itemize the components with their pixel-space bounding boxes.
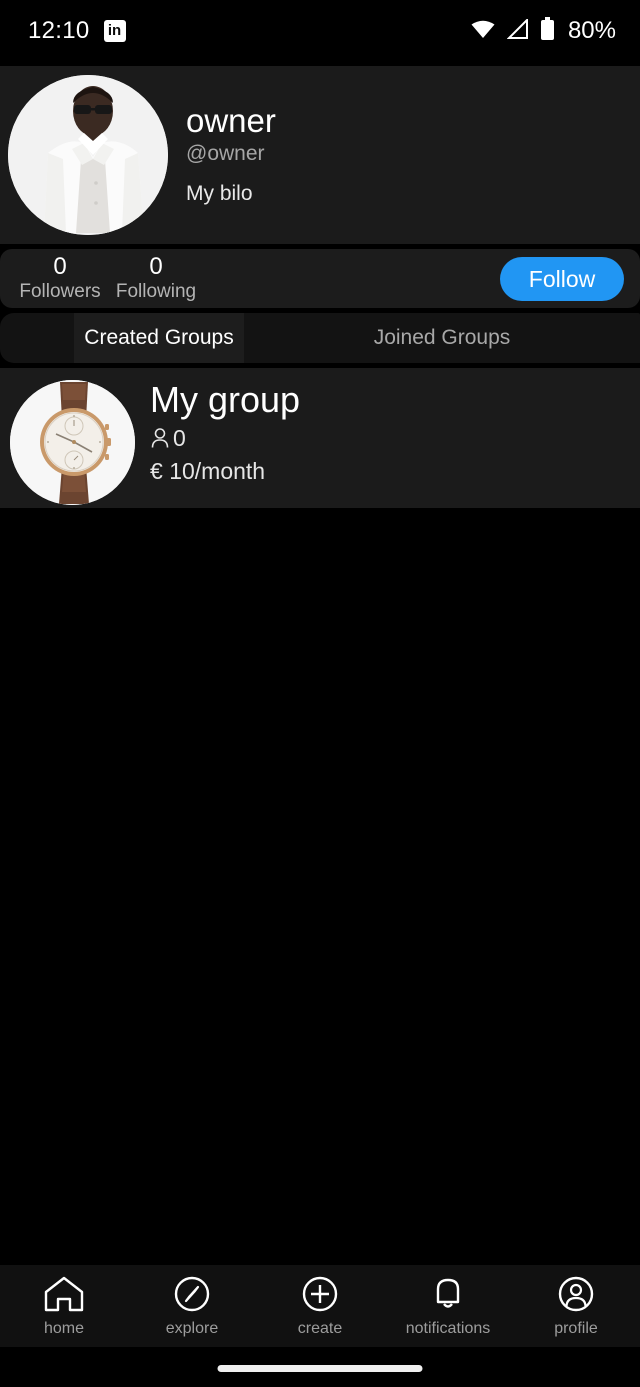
app-screen: 12:10 in 80% owner @owner My bilo 0 Foll… <box>0 0 640 1387</box>
wifi-icon <box>470 19 496 44</box>
profile-header: owner @owner My bilo <box>0 66 640 244</box>
group-avatar <box>10 380 135 505</box>
profile-handle: @owner <box>186 141 265 165</box>
linkedin-icon: in <box>103 20 126 42</box>
nav-label-home: home <box>43 1320 85 1337</box>
group-price-value: 10/month <box>169 457 266 484</box>
follow-button[interactable]: Follow <box>500 257 624 301</box>
group-currency-symbol: € <box>150 457 163 484</box>
following-count: 0 <box>149 252 163 280</box>
group-price: € 10/month <box>150 458 300 485</box>
nav-label-create: create <box>297 1320 343 1337</box>
profile-text-block: owner @owner My bilo <box>186 104 276 206</box>
cellular-signal-icon <box>506 17 529 44</box>
create-plus-icon <box>300 1274 340 1314</box>
followers-count: 0 <box>53 252 67 280</box>
following-label: Following <box>115 280 197 302</box>
nav-label-profile: profile <box>554 1320 598 1337</box>
following-stat[interactable]: 0 Following <box>108 252 204 303</box>
explore-compass-icon <box>172 1274 212 1314</box>
profile-bio: My bilo <box>186 181 253 205</box>
tab-created-groups[interactable]: Created Groups <box>74 313 244 363</box>
nav-item-home[interactable]: home <box>0 1274 128 1338</box>
group-list-item[interactable]: My group 0 € 10/month <box>0 368 640 508</box>
profile-stats-bar: 0 Followers 0 Following Follow <box>0 249 640 308</box>
followers-label: Followers <box>19 280 101 302</box>
group-text-block: My group 0 € 10/month <box>150 380 300 485</box>
group-members: 0 <box>150 425 300 452</box>
avatar[interactable] <box>8 75 168 235</box>
bottom-navigation-bar: home explore create notifications profil… <box>0 1265 640 1347</box>
nav-label-notifications: notifications <box>405 1320 491 1337</box>
status-bar-left: 12:10 in <box>28 17 126 45</box>
home-icon <box>42 1274 86 1314</box>
status-bar-right: 80% <box>470 16 616 46</box>
nav-item-create[interactable]: create <box>256 1274 384 1338</box>
notifications-bell-icon <box>430 1274 466 1314</box>
person-icon <box>150 427 170 449</box>
nav-item-profile[interactable]: profile <box>512 1274 640 1338</box>
nav-item-notifications[interactable]: notifications <box>384 1274 512 1338</box>
groups-tab-bar: Created Groups Joined Groups <box>0 313 640 363</box>
profile-person-icon <box>556 1274 596 1314</box>
profile-name: owner <box>186 102 276 140</box>
tab-joined-groups[interactable]: Joined Groups <box>244 313 640 363</box>
content-empty-area <box>0 508 640 1248</box>
tab-bar-leading-pad <box>0 313 74 363</box>
gesture-home-indicator[interactable] <box>217 1365 423 1372</box>
group-avatar-image <box>10 380 135 505</box>
status-bar: 12:10 in 80% <box>0 0 640 62</box>
nav-item-explore[interactable]: explore <box>128 1274 256 1338</box>
group-members-count: 0 <box>173 424 186 451</box>
battery-icon <box>540 16 555 46</box>
status-bar-clock: 12:10 <box>28 17 90 44</box>
avatar-image <box>8 75 168 235</box>
nav-label-explore: explore <box>165 1320 219 1337</box>
group-name: My group <box>150 379 301 420</box>
battery-percent-label: 80% <box>567 17 616 44</box>
followers-stat[interactable]: 0 Followers <box>12 252 108 303</box>
